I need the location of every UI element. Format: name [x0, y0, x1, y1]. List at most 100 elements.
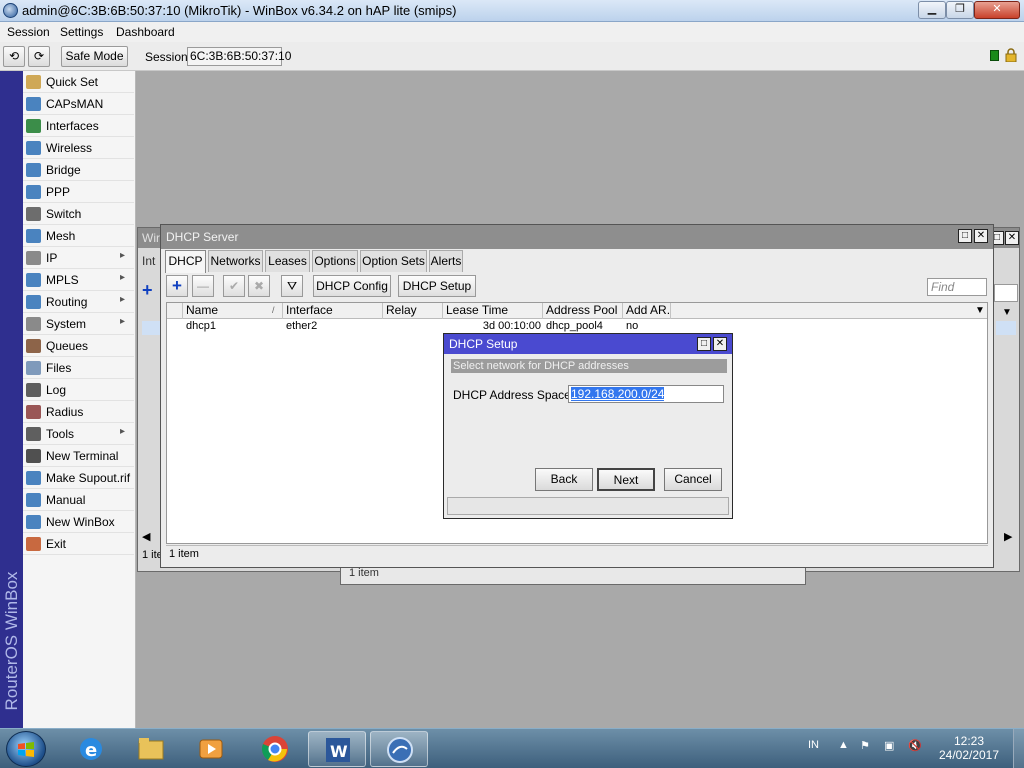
- tab-dhcp[interactable]: DHCP: [165, 250, 206, 273]
- safe-mode-button[interactable]: Safe Mode: [61, 46, 128, 67]
- taskbar-winbox[interactable]: [370, 731, 428, 767]
- sidebar-item-mpls[interactable]: MPLS ▸: [23, 269, 134, 291]
- network-icon[interactable]: ▣: [884, 739, 894, 752]
- sidebar-item-label: System: [46, 317, 87, 331]
- col-add-arp[interactable]: Add AR...: [623, 303, 671, 319]
- tab-leases[interactable]: Leases: [265, 250, 310, 272]
- dhcp-server-maximize-icon[interactable]: □: [958, 229, 972, 243]
- minimize-button[interactable]: ▁: [918, 1, 946, 19]
- system-clock[interactable]: 12:23 24/02/2017: [938, 734, 1000, 762]
- taskbar-ie[interactable]: e: [62, 731, 120, 767]
- manual-icon: [26, 493, 41, 507]
- language-indicator[interactable]: IN: [808, 739, 819, 751]
- submenu-arrow-icon: ▸: [120, 316, 126, 327]
- redo-button[interactable]: ⟳: [28, 46, 50, 67]
- sidebar-item-quick-set[interactable]: Quick Set: [23, 71, 134, 93]
- sidebar-item-label: PPP: [46, 185, 71, 199]
- show-hidden-icons-icon[interactable]: ▲: [838, 739, 849, 751]
- sidebar-item-files[interactable]: Files: [23, 357, 134, 379]
- sidebar-item-exit[interactable]: Exit: [23, 533, 134, 555]
- col-lease-time[interactable]: Lease Time: [443, 303, 543, 319]
- col-name[interactable]: Name: [183, 303, 283, 319]
- action-center-icon[interactable]: ⚑: [860, 739, 870, 752]
- dhcp-setup-close-icon[interactable]: ✕: [713, 337, 727, 351]
- tab-option-sets[interactable]: Option Sets: [360, 250, 427, 272]
- cell-relay: [383, 320, 386, 334]
- submenu-arrow-icon: ▸: [120, 272, 126, 283]
- menu-dashboard[interactable]: Dashboard: [116, 25, 175, 39]
- sidebar-item-make-supout-rif[interactable]: Make Supout.rif: [23, 467, 134, 489]
- menu-session[interactable]: Session: [7, 25, 50, 39]
- back-button[interactable]: Back: [535, 468, 593, 491]
- show-desktop-button[interactable]: [1013, 729, 1024, 768]
- maximize-button[interactable]: ❐: [946, 1, 974, 19]
- dhcp-setup-button[interactable]: DHCP Setup: [398, 275, 476, 297]
- background-window-tab[interactable]: Int: [142, 254, 155, 268]
- start-button[interactable]: [6, 731, 46, 767]
- col-interface[interactable]: Interface: [283, 303, 383, 319]
- address-space-input[interactable]: 192.168.200.0/24: [568, 385, 724, 403]
- supout-icon: [26, 471, 41, 485]
- sidebar-item-label: Files: [46, 361, 72, 375]
- dhcp-setup-dialog[interactable]: DHCP Setup □ ✕ Select network for DHCP a…: [443, 333, 733, 519]
- background-close-icon[interactable]: ✕: [1005, 231, 1019, 245]
- dhcp-server-close-icon[interactable]: ✕: [974, 229, 988, 243]
- volume-muted-icon[interactable]: 🔇: [908, 739, 922, 752]
- col-relay[interactable]: Relay: [383, 303, 443, 319]
- taskbar-media-player[interactable]: [182, 731, 240, 767]
- find-input[interactable]: Find: [927, 278, 987, 296]
- sidebar-item-radius[interactable]: Radius: [23, 401, 134, 423]
- next-button[interactable]: Next: [597, 468, 655, 491]
- sidebar-item-tools[interactable]: Tools ▸: [23, 423, 134, 445]
- session-field[interactable]: 6C:3B:6B:50:37:10: [187, 47, 291, 66]
- sidebar-item-switch[interactable]: Switch: [23, 203, 134, 225]
- sidebar-item-routing[interactable]: Routing ▸: [23, 291, 134, 313]
- background-find-field[interactable]: [994, 284, 1018, 302]
- background-scroll-right-icon[interactable]: ▶: [1004, 530, 1012, 543]
- menu-settings[interactable]: Settings: [60, 25, 103, 39]
- files-icon: [26, 361, 41, 375]
- dhcp-setup-maximize-icon[interactable]: □: [697, 337, 711, 351]
- sidebar-item-mesh[interactable]: Mesh: [23, 225, 134, 247]
- close-button[interactable]: ✕: [974, 1, 1020, 19]
- clock-date: 24/02/2017: [938, 748, 1000, 762]
- enable-icon[interactable]: ✔: [223, 275, 245, 297]
- background-lower-window[interactable]: 1 item: [340, 565, 806, 585]
- sidebar-item-queues[interactable]: Queues: [23, 335, 134, 357]
- disable-icon[interactable]: ✖: [248, 275, 270, 297]
- sidebar-item-manual[interactable]: Manual: [23, 489, 134, 511]
- taskbar-chrome[interactable]: [246, 731, 304, 767]
- cancel-button[interactable]: Cancel: [664, 468, 722, 491]
- add-icon[interactable]: +: [166, 275, 188, 297]
- sidebar-item-interfaces[interactable]: Interfaces: [23, 115, 134, 137]
- remove-icon[interactable]: —: [192, 275, 214, 297]
- address-space-value: 192.168.200.0/24: [571, 387, 665, 401]
- sidebar-item-bridge[interactable]: Bridge: [23, 159, 134, 181]
- sidebar-item-capsman[interactable]: CAPsMAN: [23, 93, 134, 115]
- sidebar-item-label: IP: [46, 251, 58, 265]
- sidebar-item-new-terminal[interactable]: New Terminal: [23, 445, 134, 467]
- window-titlebar: admin@6C:3B:6B:50:37:10 (MikroTik) - Win…: [0, 0, 1024, 22]
- background-column-menu-icon[interactable]: ▼: [1002, 307, 1012, 318]
- sidebar-item-system[interactable]: System ▸: [23, 313, 134, 335]
- tab-networks[interactable]: Networks: [208, 250, 263, 272]
- tab-alerts[interactable]: Alerts: [429, 250, 463, 272]
- taskbar-explorer[interactable]: [122, 731, 180, 767]
- exit-icon: [26, 537, 41, 551]
- dhcp-config-button[interactable]: DHCP Config: [313, 275, 391, 297]
- sidebar-item-ppp[interactable]: PPP: [23, 181, 134, 203]
- sidebar-item-new-winbox[interactable]: New WinBox: [23, 511, 134, 533]
- filter-icon[interactable]: ⛛: [281, 275, 303, 297]
- undo-button[interactable]: ⟲: [3, 46, 25, 67]
- background-scroll-left-icon[interactable]: ◀: [142, 530, 150, 543]
- background-row[interactable]: [142, 321, 162, 335]
- taskbar-word[interactable]: W: [308, 731, 366, 767]
- sidebar-item-label: Make Supout.rif: [46, 471, 131, 485]
- sidebar-item-wireless[interactable]: Wireless: [23, 137, 134, 159]
- sidebar-item-log[interactable]: Log: [23, 379, 134, 401]
- col-address-pool[interactable]: Address Pool: [543, 303, 623, 319]
- sidebar-item-ip[interactable]: IP ▸: [23, 247, 134, 269]
- column-menu-icon[interactable]: ▼: [975, 305, 985, 316]
- tab-options[interactable]: Options: [312, 250, 358, 272]
- background-add-icon[interactable]: +: [142, 281, 158, 300]
